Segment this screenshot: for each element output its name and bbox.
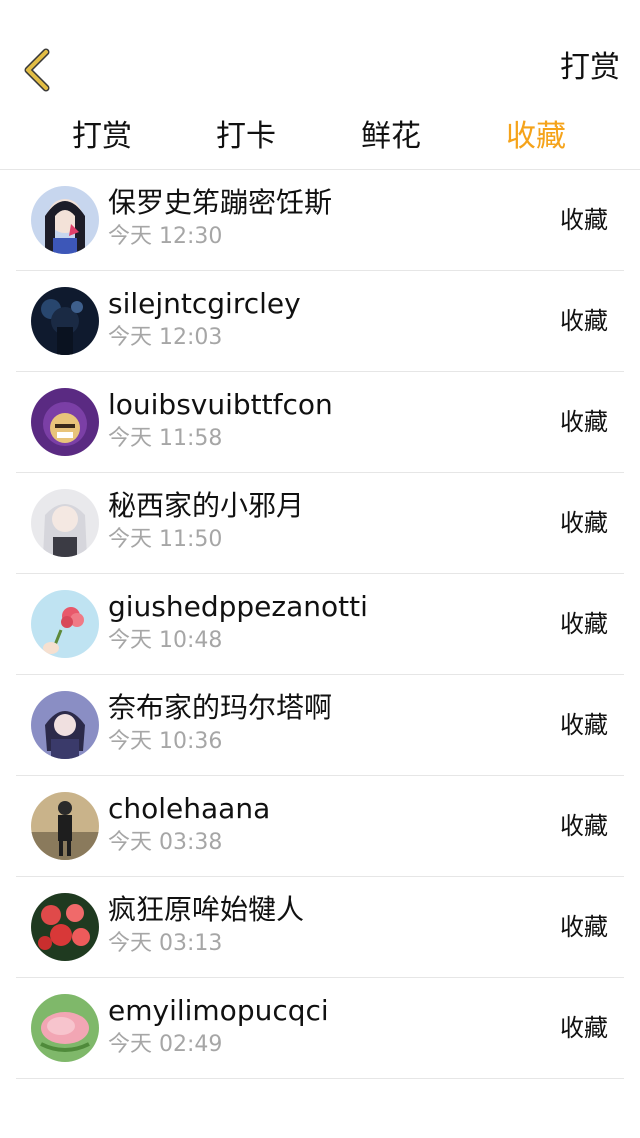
favorites-list: 保罗史笫蹦密饪斯 今天 12:30 收藏 silejntcgircley 今天 … <box>0 170 640 1079</box>
timestamp: 今天 03:38 <box>108 830 223 855</box>
favorite-label: 收藏 <box>560 1014 608 1042</box>
list-item[interactable]: 疯狂原哞始犍人 今天 03:13 收藏 <box>16 877 624 978</box>
app-screen: 打赏 打赏 打卡 鲜花 收藏 保罗史笫蹦密饪斯 今天 12:30 收藏 sile… <box>0 0 640 1138</box>
avatar <box>31 792 99 860</box>
timestamp: 今天 10:48 <box>108 628 223 653</box>
list-item[interactable]: giushedppezanotti 今天 10:48 收藏 <box>16 574 624 675</box>
timestamp: 今天 12:30 <box>108 224 223 249</box>
user-name: cholehaana <box>108 792 271 825</box>
user-name: louibsvuibttfcon <box>108 388 333 421</box>
user-name: 秘西家的小邪月 <box>108 489 305 522</box>
avatar <box>31 489 99 557</box>
avatar <box>31 388 99 456</box>
tab-checkin[interactable]: 打卡 <box>191 112 301 162</box>
tab-bar: 打赏 打卡 鲜花 收藏 <box>0 112 640 170</box>
avatar <box>31 994 99 1062</box>
user-name: emyilimopucqci <box>108 994 329 1027</box>
list-item[interactable]: silejntcgircley 今天 12:03 收藏 <box>16 271 624 372</box>
list-item[interactable]: louibsvuibttfcon 今天 11:58 收藏 <box>16 372 624 473</box>
timestamp: 今天 11:50 <box>108 527 223 552</box>
avatar <box>31 893 99 961</box>
list-item[interactable]: 奈布家的玛尔塔啊 今天 10:36 收藏 <box>16 675 624 776</box>
avatar <box>31 186 99 254</box>
tab-favorites[interactable]: 收藏 <box>481 112 591 162</box>
timestamp: 今天 11:58 <box>108 426 223 451</box>
favorite-label: 收藏 <box>560 509 608 537</box>
navigation-bar: 打赏 <box>0 0 640 112</box>
favorite-label: 收藏 <box>560 812 608 840</box>
list-item[interactable]: emyilimopucqci 今天 02:49 收藏 <box>16 978 624 1079</box>
back-button[interactable] <box>14 44 64 96</box>
avatar <box>31 691 99 759</box>
tab-flowers[interactable]: 鲜花 <box>336 112 446 162</box>
favorite-label: 收藏 <box>560 307 608 335</box>
user-name: 疯狂原哞始犍人 <box>108 893 305 926</box>
user-name: silejntcgircley <box>108 287 301 320</box>
favorite-label: 收藏 <box>560 913 608 941</box>
avatar <box>31 590 99 658</box>
user-name: 奈布家的玛尔塔啊 <box>108 691 333 724</box>
favorite-label: 收藏 <box>560 711 608 739</box>
list-item[interactable]: cholehaana 今天 03:38 收藏 <box>16 776 624 877</box>
list-item[interactable]: 秘西家的小邪月 今天 11:50 收藏 <box>16 473 624 574</box>
favorite-label: 收藏 <box>560 206 608 234</box>
timestamp: 今天 10:36 <box>108 729 223 754</box>
user-name: giushedppezanotti <box>108 590 368 623</box>
timestamp: 今天 03:13 <box>108 931 223 956</box>
tab-reward[interactable]: 打赏 <box>47 112 157 162</box>
nav-title[interactable]: 打赏 <box>560 46 620 90</box>
timestamp: 今天 12:03 <box>108 325 223 350</box>
favorite-label: 收藏 <box>560 408 608 436</box>
list-item[interactable]: 保罗史笫蹦密饪斯 今天 12:30 收藏 <box>16 170 624 271</box>
avatar <box>31 287 99 355</box>
favorite-label: 收藏 <box>560 610 608 638</box>
timestamp: 今天 02:49 <box>108 1032 223 1057</box>
user-name: 保罗史笫蹦密饪斯 <box>108 186 333 219</box>
chevron-left-icon <box>24 48 50 92</box>
